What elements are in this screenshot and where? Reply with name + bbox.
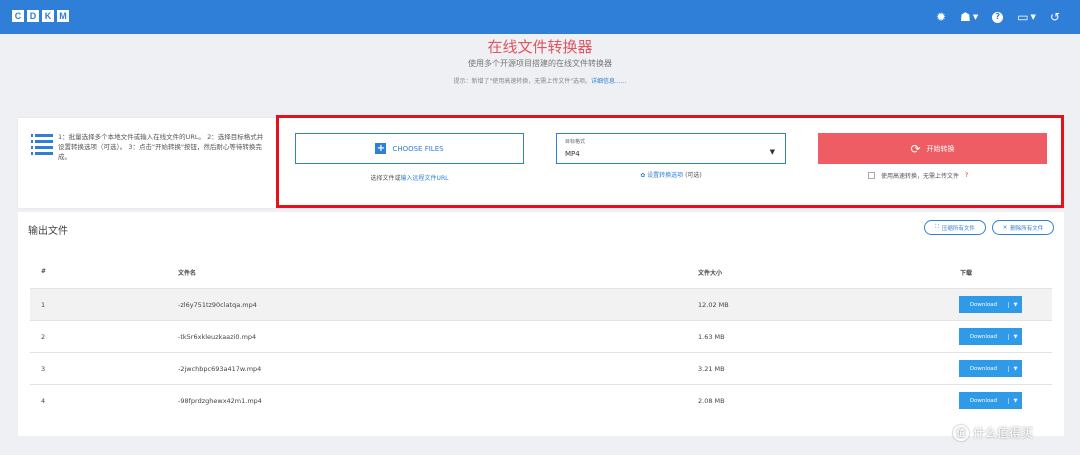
row-index: 2 xyxy=(41,333,46,341)
logo-letter: D xyxy=(27,10,39,22)
close-icon: ✕ xyxy=(1002,224,1008,231)
download-button[interactable]: Download ▼ xyxy=(959,296,1022,313)
table-row: 3 -2jwchbpc693a417w.mp4 3.21 MB Download… xyxy=(30,352,1052,384)
tip-details-link[interactable]: 详细信息...... xyxy=(591,78,626,85)
table-row: 1 -zl6y751tz90clatqa.mp4 12.02 MB Downlo… xyxy=(30,288,1052,320)
zip-all-button[interactable]: ⛶ 压缩所有文件 xyxy=(924,220,986,235)
logo-letter: C xyxy=(12,10,24,22)
row-filename: -2jwchbpc693a417w.mp4 xyxy=(178,365,262,373)
row-filesize: 12.02 MB xyxy=(698,301,729,309)
zip-icon: ⛶ xyxy=(935,224,939,230)
column-header-index: # xyxy=(41,268,47,275)
column-header-download: 下载 xyxy=(960,270,973,277)
watermark-text: 什么值得买 xyxy=(973,426,1034,440)
start-convert-button[interactable]: ⟳ 开始转换 xyxy=(818,133,1047,164)
logo-letter: M xyxy=(57,10,69,22)
chevron-down-icon[interactable]: ▼ xyxy=(1008,397,1022,404)
page-subtitle: 使用多个开源项目搭建的在线文件转换器 xyxy=(468,59,612,68)
hint-text: 选择文件或 xyxy=(370,175,401,182)
start-convert-label: 开始转换 xyxy=(926,144,955,153)
logo-letter: K xyxy=(42,10,54,22)
row-index: 3 xyxy=(41,365,46,373)
fast-convert-help[interactable]: ? xyxy=(965,172,968,179)
column-header-name: 文件名 xyxy=(178,270,197,277)
chevron-down-icon: ▼ xyxy=(769,148,775,156)
choose-files-button[interactable]: + CHOOSE FILES xyxy=(295,133,524,164)
output-title: 输出文件 xyxy=(28,226,68,237)
settings-icon[interactable]: ✹ xyxy=(936,9,946,25)
remote-url-link[interactable]: 输入远程文件URL xyxy=(401,175,449,182)
row-filesize: 2.08 MB xyxy=(698,397,725,405)
fast-convert-checkbox[interactable] xyxy=(868,172,875,179)
zip-all-label: 压缩所有文件 xyxy=(941,225,975,232)
target-format-label: 目标格式 xyxy=(565,139,586,145)
page-title: 在线文件转换器 xyxy=(487,38,593,56)
instructions-text: 1：批量选择多个本地文件或输入在线文件的URL。 2：选择目标格式并设置转换选项… xyxy=(58,133,264,161)
list-icon xyxy=(31,134,53,158)
column-header-size: 文件大小 xyxy=(698,270,723,277)
top-navbar: C D K M ✹ ☗ ▼ ? ▭ ▼ ↺ xyxy=(0,0,1080,34)
help-icon[interactable]: ? xyxy=(992,11,1004,23)
chevron-down-icon[interactable]: ▼ xyxy=(1008,333,1022,340)
user-icon[interactable]: ☗ ▼ xyxy=(960,9,978,25)
conversion-options-link[interactable]: 设置转换选项 xyxy=(647,172,683,179)
delete-all-button[interactable]: ✕ 删除所有文件 xyxy=(992,220,1054,235)
row-filename: -tk5r6xkleuzkaazi0.mp4 xyxy=(178,333,257,341)
plus-icon: + xyxy=(375,143,387,154)
watermark: 值 什么值得买 xyxy=(953,424,1033,441)
delete-all-label: 删除所有文件 xyxy=(1010,225,1044,232)
table-row: 2 -tk5r6xkleuzkaazi0.mp4 1.63 MB Downloa… xyxy=(30,320,1052,352)
cdkm-logo[interactable]: C D K M xyxy=(12,10,69,22)
download-label: Download xyxy=(969,365,998,372)
download-button[interactable]: Download ▼ xyxy=(959,392,1022,409)
chevron-down-icon[interactable]: ▼ xyxy=(1008,365,1022,372)
page-tip: 提示：新增了"使用高速转换，无需上传文件"选项。详细信息...... xyxy=(0,76,1080,85)
history-icon[interactable]: ↺ xyxy=(1050,9,1060,25)
choose-files-hint: 选择文件或输入远程文件URL xyxy=(295,173,524,182)
row-filename: -98fprdzghewx42m1.mp4 xyxy=(178,397,262,405)
target-format-value: MP4 xyxy=(565,150,580,158)
tip-text: 提示：新增了"使用高速转换，无需上传文件"选项。 xyxy=(453,78,592,85)
table-row: 4 -98fprdzghewx42m1.mp4 2.08 MB Download… xyxy=(30,384,1052,416)
row-filesize: 3.21 MB xyxy=(698,365,725,373)
language-icon[interactable]: ▭ ▼ xyxy=(1017,9,1036,25)
target-format-select[interactable]: 目标格式 MP4 ▼ xyxy=(556,133,786,164)
fast-convert-option: 使用高速转换，无需上传文件? xyxy=(868,171,968,180)
download-button[interactable]: Download ▼ xyxy=(959,328,1022,345)
choose-files-label: CHOOSE FILES xyxy=(392,144,444,153)
row-index: 1 xyxy=(41,301,46,309)
conversion-options-suffix: (可选) xyxy=(685,172,702,179)
watermark-logo-icon: 值 xyxy=(953,424,969,441)
download-label: Download xyxy=(969,333,998,340)
row-index: 4 xyxy=(41,397,46,405)
download-label: Download xyxy=(969,397,998,404)
row-filesize: 1.63 MB xyxy=(698,333,725,341)
fast-convert-label: 使用高速转换，无需上传文件 xyxy=(881,173,960,180)
refresh-icon: ⟳ xyxy=(910,141,921,156)
download-label: Download xyxy=(969,301,998,308)
row-filename: -zl6y751tz90clatqa.mp4 xyxy=(178,301,257,309)
download-button[interactable]: Download ▼ xyxy=(959,360,1022,377)
conversion-options: ✿ 设置转换选项 (可选) xyxy=(556,170,786,179)
chevron-down-icon[interactable]: ▼ xyxy=(1008,301,1022,308)
